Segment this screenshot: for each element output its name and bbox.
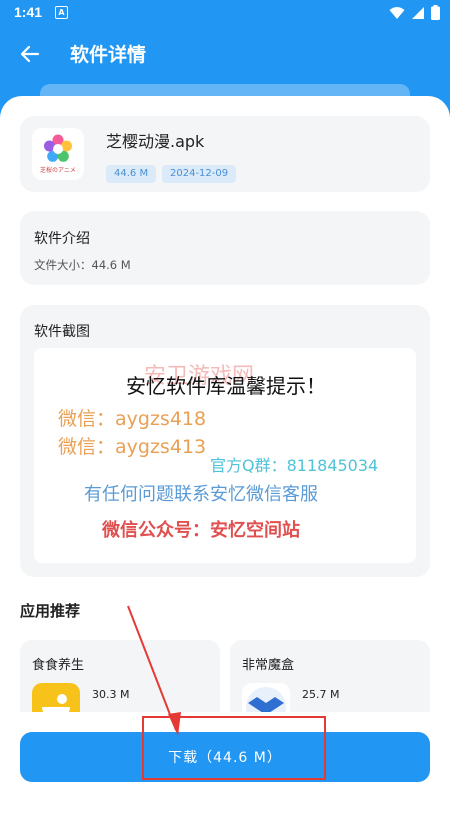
app-icon: 芝桜のアニメ (32, 128, 84, 180)
signal-icon (412, 6, 424, 19)
status-time: 1:41 (14, 4, 43, 20)
recommend-size: 30.3 M (92, 688, 130, 701)
arrow-left-icon (20, 45, 40, 63)
screenshot-card: 软件截图 安卫游戏网 安忆软件库温馨提示！ 微信：aygzs418 微信：ayg… (20, 305, 430, 577)
page-title: 软件详情 (70, 44, 147, 66)
screenshot-headline: 安忆软件库温馨提示！ (126, 374, 326, 398)
qq-group-line: 官方Q群：811845034 (210, 456, 379, 475)
file-info-card: 芝桜のアニメ 芝樱动漫.apk 44.6 M 2024-12-09 (20, 116, 430, 192)
notification-icon: A (55, 6, 68, 19)
service-line: 有任何问题联系安忆微信客服 (84, 484, 318, 505)
battery-icon (431, 5, 440, 20)
recommend-title: 应用推荐 (20, 602, 81, 620)
intro-title: 软件介绍 (34, 231, 90, 247)
file-size-label: 文件大小：44.6 M (34, 258, 131, 272)
recommend-size: 25.7 M (302, 688, 340, 701)
size-badge: 44.6 M (106, 165, 157, 183)
screenshot-title: 软件截图 (34, 324, 90, 340)
public-account-line: 微信公众号：安忆空间站 (102, 520, 300, 541)
wechat-line-1: 微信：aygzs418 (58, 408, 207, 430)
recommend-name: 非常魔盒 (242, 658, 295, 673)
back-button[interactable] (14, 38, 46, 70)
status-bar: 1:41 A (0, 0, 450, 26)
file-name: 芝樱动漫.apk (106, 132, 205, 151)
wifi-icon (389, 6, 405, 19)
highlight-box (142, 716, 326, 780)
status-icons (389, 5, 440, 20)
screenshot-image[interactable]: 安卫游戏网 安忆软件库温馨提示！ 微信：aygzs418 微信：aygzs413… (34, 348, 416, 563)
wechat-line-2: 微信：aygzs413 (58, 436, 207, 458)
date-badge: 2024-12-09 (162, 165, 237, 183)
app-icon-caption: 芝桜のアニメ (40, 167, 76, 174)
app-bar: 软件详情 (0, 26, 450, 82)
intro-card: 软件介绍 文件大小：44.6 M (20, 211, 430, 285)
recommend-name: 食食养生 (32, 658, 85, 673)
